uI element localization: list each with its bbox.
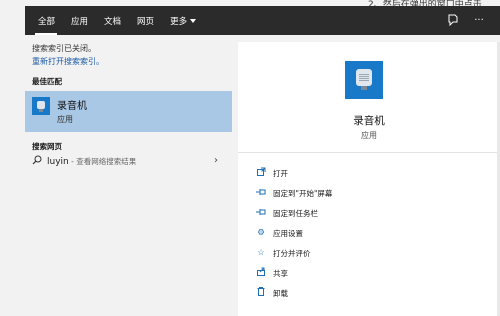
search-icon <box>32 155 42 168</box>
web-search-term: luyin <box>47 157 69 167</box>
tab-web[interactable]: 网页 <box>129 6 162 35</box>
index-off-notice: 搜索索引已关闭。 <box>32 44 96 53</box>
pin-taskbar-icon <box>256 208 266 219</box>
feedback-icon[interactable] <box>446 14 460 28</box>
share-icon <box>256 267 266 279</box>
action-uninstall[interactable]: 卸载 <box>256 286 288 300</box>
action-rate-review[interactable]: ☆ 打分并评价 <box>256 246 310 260</box>
rate-icon: ☆ <box>257 248 265 258</box>
action-app-settings[interactable]: ⚙ 应用设置 <box>256 226 303 240</box>
search-filter-tabs: 全部 应用 文档 网页 更多 <box>25 6 204 35</box>
chevron-down-icon <box>190 18 197 23</box>
voice-recorder-large-icon <box>345 61 383 99</box>
action-share[interactable]: 共享 <box>256 266 288 280</box>
tab-more[interactable]: 更多 <box>162 6 204 35</box>
open-icon <box>256 167 266 179</box>
tab-documents[interactable]: 文档 <box>96 6 129 35</box>
web-search-header: 搜索网页 <box>32 142 62 151</box>
divider <box>238 152 500 153</box>
best-match-title: 录音机 <box>57 101 87 112</box>
detail-app-name: 录音机 <box>353 115 385 127</box>
uninstall-icon <box>256 287 266 299</box>
web-search-item[interactable]: luyin - 查看网络搜索结果 › <box>25 154 232 170</box>
chevron-right-icon[interactable]: › <box>214 155 218 166</box>
tab-all[interactable]: 全部 <box>25 6 63 35</box>
tab-apps[interactable]: 应用 <box>63 6 96 35</box>
best-match-item[interactable]: 录音机 应用 <box>25 91 232 132</box>
results-pane: 搜索索引已关闭。 重新打开搜索索引。 最佳匹配 录音机 应用 搜索网页 luyi… <box>25 35 232 316</box>
search-topbar: 全部 应用 文档 网页 更多 ··· <box>25 6 500 35</box>
action-pin-taskbar[interactable]: 固定到任务栏 <box>256 206 318 220</box>
more-options-icon[interactable]: ··· <box>472 14 486 28</box>
action-open[interactable]: 打开 <box>256 166 288 180</box>
best-match-header: 最佳匹配 <box>32 77 62 86</box>
best-match-subtitle: 应用 <box>57 115 73 124</box>
detail-app-type: 应用 <box>361 131 377 140</box>
reopen-index-link[interactable]: 重新打开搜索索引。 <box>32 56 104 67</box>
start-search-window: 全部 应用 文档 网页 更多 ··· 搜索索引已关闭。 重新打开搜索索引。 最佳… <box>25 6 500 316</box>
voice-recorder-icon <box>32 97 50 115</box>
pin-start-icon <box>256 188 266 199</box>
action-pin-start[interactable]: 固定到"开始"屏幕 <box>256 186 332 200</box>
settings-icon: ⚙ <box>257 228 265 238</box>
detail-pane: 录音机 应用 打开 固定到"开始"屏幕 固定到任务栏 ⚙ 应用设置 ☆ 打分并评… <box>238 42 500 316</box>
web-search-hint: - 查看网络搜索结果 <box>68 157 137 166</box>
